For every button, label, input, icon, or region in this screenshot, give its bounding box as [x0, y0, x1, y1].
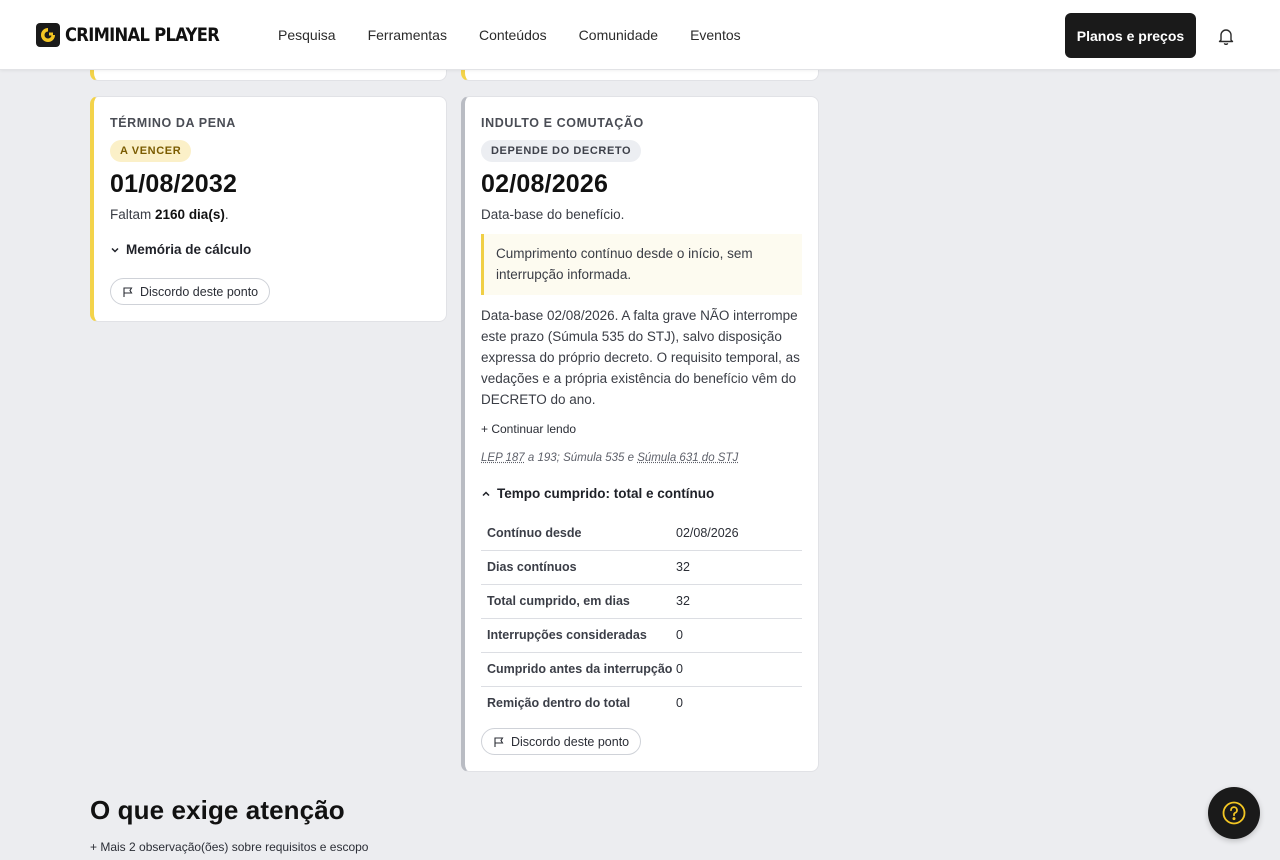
ref-text: a 193; Súmula 535 e	[524, 452, 638, 464]
table-row: Total cumprido, em dias 32	[481, 584, 802, 618]
table-row: Cumprido antes da interrupção 0	[481, 652, 802, 686]
nav-eventos[interactable]: Eventos	[690, 27, 741, 43]
chevron-down-icon	[111, 247, 119, 253]
sentence-end-card: TÉRMINO DA PENA A VENCER 01/08/2032 Falt…	[90, 96, 447, 322]
row-value: 02/08/2026	[676, 525, 739, 540]
table-row: Remição dentro do total 0	[481, 686, 802, 720]
remaining-days-text: Faltam 2160 dia(s).	[110, 207, 229, 222]
main-nav: Pesquisa Ferramentas Conteúdos Comunidad…	[278, 27, 773, 43]
nav-conteudos[interactable]: Conteúdos	[479, 27, 547, 43]
nav-comunidade[interactable]: Comunidade	[579, 27, 658, 43]
row-label: Total cumprido, em dias	[487, 594, 630, 608]
row-label: Contínuo desde	[487, 525, 582, 540]
calculation-memory-label: Memória de cálculo	[126, 242, 252, 257]
legal-references: LEP 187 a 193; Súmula 535 e Súmula 631 d…	[481, 452, 738, 464]
criminal-player-logo-icon	[36, 23, 60, 47]
base-date: 02/08/2026	[481, 170, 609, 198]
nav-ferramentas[interactable]: Ferramentas	[368, 27, 447, 43]
disagree-label: Discordo deste ponto	[140, 284, 259, 299]
bell-icon[interactable]	[1216, 26, 1236, 46]
row-value: 32	[676, 560, 690, 574]
time-served-label: Tempo cumprido: total e contínuo	[497, 486, 715, 501]
row-value: 32	[676, 594, 690, 608]
top-navigation-bar: CRIMINAL PLAYER Pesquisa Ferramentas Con…	[0, 0, 1280, 70]
remaining-suffix: .	[224, 207, 229, 222]
disagree-label: Discordo deste ponto	[511, 734, 630, 749]
base-date-caption: Data-base do benefício.	[481, 207, 625, 222]
ref-lep-link[interactable]: LEP 187	[481, 452, 525, 464]
table-row: Interrupções consideradas 0	[481, 618, 802, 652]
row-label: Remição dentro do total	[487, 696, 631, 711]
card-title: INDULTO E COMUTAÇÃO	[481, 116, 644, 130]
flag-icon	[494, 736, 504, 747]
time-served-table: Contínuo desde 02/08/2026 Dias contínuos 3…	[481, 516, 802, 720]
row-value: 0	[676, 628, 683, 642]
attention-section-title: O que exige atenção	[90, 795, 345, 825]
plans-and-pricing-button[interactable]: Planos e preços	[1065, 13, 1196, 58]
card-title: TÉRMINO DA PENA	[110, 116, 236, 130]
calculation-memory-toggle[interactable]: Memória de cálculo	[110, 242, 251, 257]
table-row: Dias contínuos 32	[481, 550, 802, 584]
continuity-callout: Cumprimento contínuo desde o início, sem…	[481, 234, 802, 295]
remaining-days-value: 2160 dia(s)	[155, 207, 225, 222]
more-observations-link[interactable]: + Mais 2 observação(ões) sobre requisito…	[90, 840, 368, 854]
pardon-commutation-card: INDULTO E COMUTAÇÃO DEPENDE DO DECRETO 0…	[461, 96, 819, 772]
flag-icon	[123, 286, 133, 297]
row-label: Interrupções consideradas	[487, 628, 647, 642]
pardon-explanation: Data-base 02/08/2026. A falta grave NÃO …	[481, 308, 800, 407]
continue-reading-link[interactable]: + Continuar lendo	[481, 422, 576, 436]
row-label: Cumprido antes da interrupção	[487, 662, 673, 676]
disagree-button[interactable]: Discordo deste ponto	[110, 278, 271, 305]
time-served-toggle[interactable]: Tempo cumprido: total e contínuo	[481, 486, 714, 501]
row-value: 0	[676, 662, 683, 676]
table-row: Contínuo desde 02/08/2026	[481, 516, 802, 550]
help-question-icon	[1222, 801, 1246, 825]
remaining-prefix: Faltam	[110, 207, 152, 222]
row-value: 0	[676, 696, 683, 711]
row-label: Dias contínuos	[487, 560, 577, 574]
nav-pesquisa[interactable]: Pesquisa	[278, 27, 336, 43]
ref-sumula-link[interactable]: Súmula 631 do STJ	[637, 452, 738, 464]
brand-logo[interactable]: CRIMINAL PLAYER	[36, 23, 244, 47]
status-badge: A VENCER	[110, 140, 192, 162]
status-badge: DEPENDE DO DECRETO	[481, 140, 642, 162]
brand-name: CRIMINAL PLAYER	[65, 24, 220, 46]
chevron-up-icon	[482, 490, 490, 496]
end-date: 01/08/2032	[110, 170, 238, 198]
help-button[interactable]	[1208, 787, 1260, 839]
disagree-button[interactable]: Discordo deste ponto	[481, 728, 642, 755]
